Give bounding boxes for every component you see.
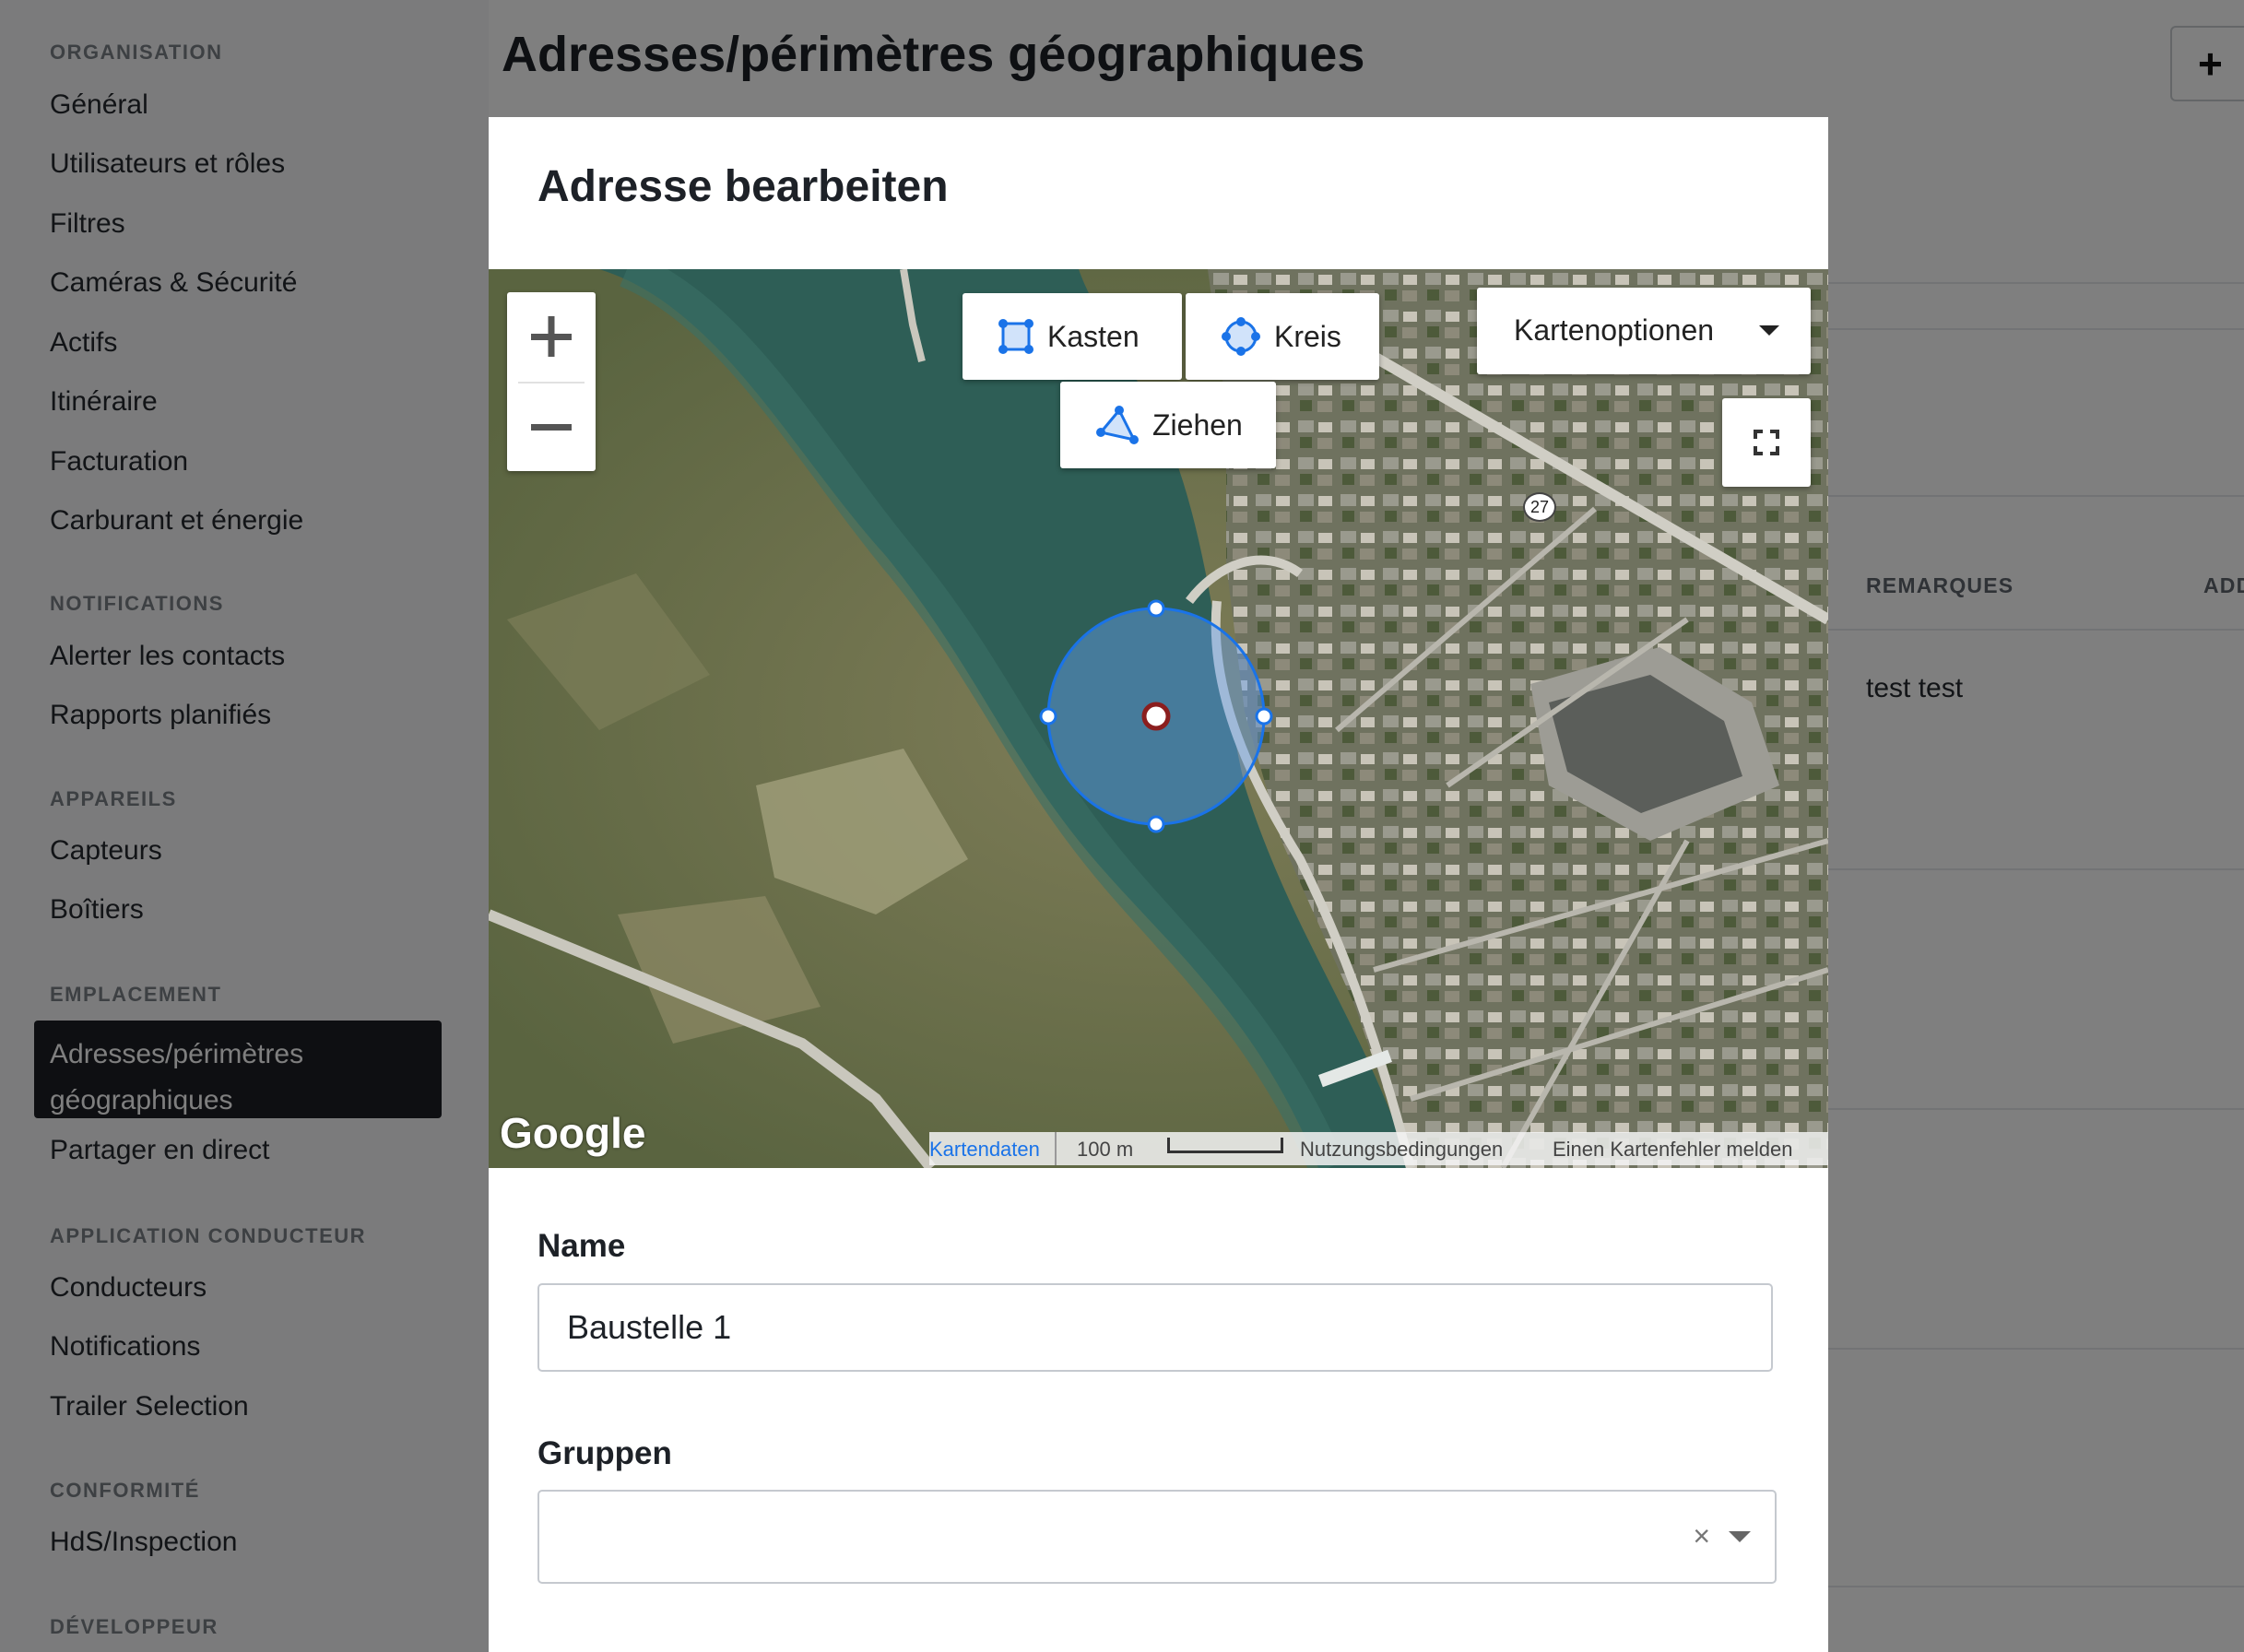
name-input[interactable]	[537, 1283, 1773, 1372]
geofence-resize-handle[interactable]	[1255, 707, 1273, 726]
report-map-error-link[interactable]: Einen Kartenfehler melden	[1553, 1138, 1793, 1162]
map-scale-bar	[1167, 1138, 1283, 1153]
zoom-control	[507, 292, 596, 471]
draw-box-label: Kasten	[1047, 319, 1140, 353]
map-options-label: Kartenoptionen	[1514, 313, 1715, 347]
clear-icon[interactable]: ×	[1693, 1519, 1710, 1553]
fullscreen-button[interactable]	[1722, 398, 1811, 487]
draw-polygon-button[interactable]: Ziehen	[1060, 382, 1276, 468]
geofence-resize-handle[interactable]	[1039, 707, 1057, 726]
geofence-center-marker[interactable]	[1141, 702, 1171, 731]
minus-icon	[531, 424, 572, 431]
edit-address-modal: Adresse bearbeiten 27 Kasten Kreis Ziehe…	[489, 117, 1828, 1652]
draw-polygon-label: Ziehen	[1152, 407, 1243, 442]
fullscreen-icon	[1754, 430, 1779, 455]
google-logo: Google	[500, 1109, 646, 1157]
divider	[1055, 1132, 1057, 1165]
modal-title: Adresse bearbeiten	[537, 162, 949, 211]
map-view[interactable]: 27 Kasten Kreis Ziehen Kartenoptionen Go…	[489, 269, 1828, 1168]
draw-circle-button[interactable]: Kreis	[1186, 293, 1379, 380]
plus-icon	[531, 316, 572, 357]
chevron-down-icon[interactable]	[1729, 1531, 1751, 1542]
name-label: Name	[537, 1228, 626, 1264]
draw-box-button[interactable]: Kasten	[963, 293, 1182, 380]
map-attribution-bar: Kartendaten 100 m Nutzungsbedingungen Ei…	[929, 1132, 1828, 1165]
polygon-draw-icon	[1096, 406, 1139, 444]
chevron-down-icon	[1759, 325, 1779, 336]
terms-link[interactable]: Nutzungsbedingungen	[1300, 1138, 1503, 1162]
map-scale-label[interactable]: 100 m	[1077, 1138, 1133, 1162]
groups-select[interactable]: ×	[537, 1490, 1777, 1584]
map-options-dropdown[interactable]: Kartenoptionen	[1477, 288, 1811, 374]
circle-draw-icon	[1222, 317, 1260, 356]
groups-label: Gruppen	[537, 1435, 672, 1471]
geofence-resize-handle[interactable]	[1147, 815, 1165, 833]
zoom-out-button[interactable]	[507, 383, 596, 471]
zoom-in-button[interactable]	[507, 292, 596, 381]
square-draw-icon	[998, 319, 1033, 354]
map-data-link[interactable]: Kartendaten	[929, 1138, 1040, 1162]
draw-circle-label: Kreis	[1274, 319, 1341, 353]
geofence-resize-handle[interactable]	[1147, 599, 1165, 618]
